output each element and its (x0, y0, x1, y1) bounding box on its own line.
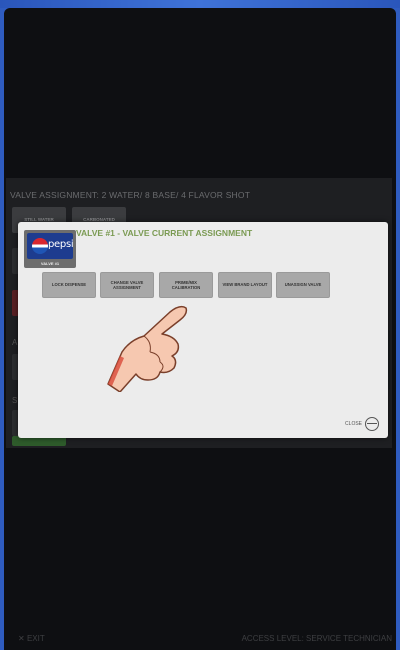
section-letter-s: S (12, 396, 18, 405)
view-brand-layout-button[interactable]: VIEW BRAND LAYOUT (218, 272, 272, 298)
valve-assignment-title: VALVE ASSIGNMENT: 2 WATER/ 8 BASE/ 4 FLA… (10, 190, 251, 200)
pointing-hand-icon (107, 305, 188, 392)
exit-button[interactable]: ✕ EXIT (18, 634, 45, 643)
pepsi-logo: pepsi (27, 233, 73, 259)
unassign-valve-button[interactable]: UNASSIGN VALVE (276, 272, 330, 298)
valve-assignment-dialog: pepsi VALVE #1 VALVE #1 - VALVE CURRENT … (18, 222, 388, 438)
brand-logo-tile: pepsi VALVE #1 (24, 230, 76, 268)
lock-dispense-button[interactable]: LOCK DISPENSE (42, 272, 96, 298)
dialog-title: VALVE #1 - VALVE CURRENT ASSIGNMENT (76, 228, 253, 238)
section-letter-a: A (12, 338, 18, 347)
pepsi-globe-icon (32, 238, 48, 254)
top-strip (0, 0, 400, 8)
access-level-text: ACCESS LEVEL: SERVICE TECHNICIAN (241, 634, 392, 643)
logo-text: pepsi (48, 239, 73, 250)
close-icon[interactable] (365, 417, 379, 431)
exit-label: EXIT (26, 634, 45, 643)
logo-valve-label: VALVE #1 (40, 261, 60, 266)
close-label[interactable]: CLOSE (345, 421, 362, 427)
